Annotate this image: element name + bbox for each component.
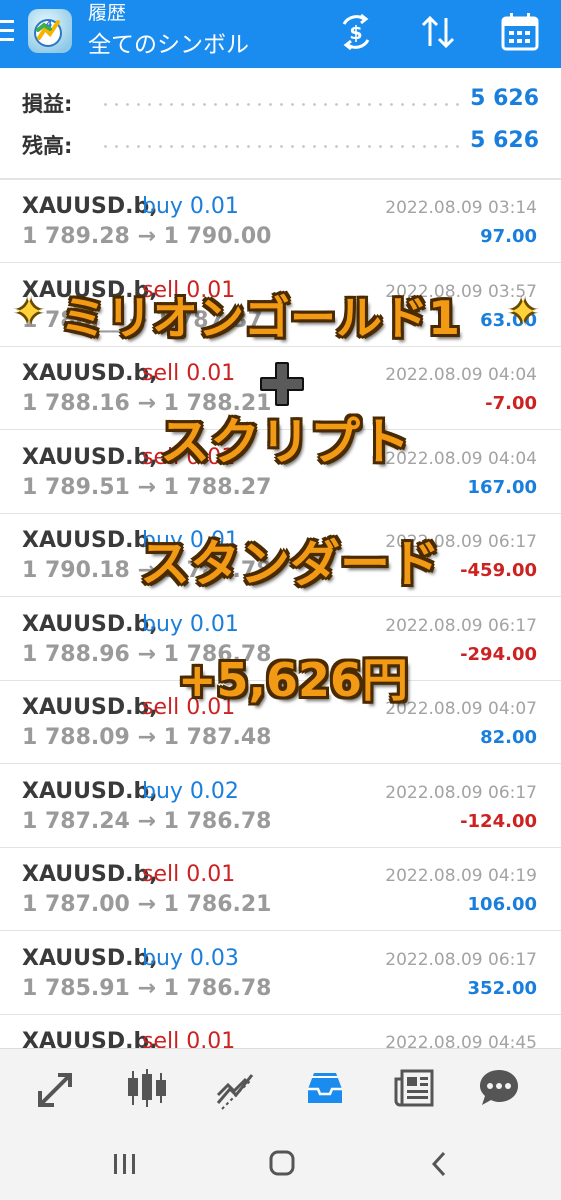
deal-prices: 1 790.18 → 1 786.78 bbox=[22, 558, 272, 583]
deal-symbol: XAUUSD.b, bbox=[22, 611, 158, 637]
trade-icon[interactable] bbox=[34, 1065, 80, 1111]
deal-side: buy 0.01 bbox=[142, 194, 239, 219]
deal-profit: -7.00 bbox=[485, 393, 537, 414]
deal-row[interactable]: XAUUSD.b, buy 0.01 1 788.96 → 1 786.78 2022… bbox=[0, 598, 561, 681]
deal-time: 2022.08.09 06:17 bbox=[385, 949, 537, 970]
deal-symbol: XAUUSD.b, bbox=[22, 277, 158, 303]
deal-prices: 1 785.91 → 1 786.78 bbox=[22, 975, 272, 1001]
system-nav bbox=[0, 1128, 561, 1200]
menu-icon[interactable] bbox=[0, 20, 16, 42]
app-header: 4 履歴 全てのシンボル $ bbox=[0, 0, 561, 68]
news-icon[interactable] bbox=[392, 1065, 438, 1111]
deal-time: 2022.08.09 03:14 bbox=[385, 198, 537, 218]
currency-switch-icon[interactable]: $ bbox=[334, 10, 378, 54]
deal-profit: -294.00 bbox=[460, 643, 537, 665]
deal-profit: 63.00 bbox=[480, 309, 537, 331]
summary-profit-row: 損益: 5 626 bbox=[0, 82, 561, 122]
header-subtitle: 履歴 bbox=[88, 2, 127, 24]
deal-prices: 1 788.__ → 1 787.37 bbox=[22, 307, 263, 333]
deal-profit: 106.00 bbox=[467, 894, 537, 915]
deal-row[interactable]: XAUUSD.b, sell 0.01 1 787.00 → 1 786.21 202… bbox=[0, 848, 561, 931]
deal-row[interactable]: XAUUSD.b, buy 0.01 1 789.28 → 1 790.00 2022… bbox=[0, 180, 561, 263]
deal-row[interactable]: XAUUSD.b, sell 0.01 2022.08.09 04:45 bbox=[0, 1015, 561, 1048]
deal-side: sell 0.01 bbox=[142, 361, 236, 386]
deal-profit: 82.00 bbox=[480, 727, 537, 748]
deal-time: 2022.08.09 04:07 bbox=[385, 699, 537, 719]
deal-prices: 1 787.00 → 1 786.21 bbox=[22, 892, 272, 917]
deal-side: sell 0.01 bbox=[142, 695, 236, 720]
deal-row[interactable]: XAUUSD.b, sell 0.01 1 788.__ → 1 787.37 202… bbox=[0, 264, 561, 347]
deal-time: 2022.08.09 06:17 bbox=[385, 615, 537, 636]
header-title[interactable]: 全てのシンボル bbox=[88, 30, 249, 60]
deal-prices: 1 788.96 → 1 786.78 bbox=[22, 641, 272, 667]
deal-symbol: XAUUSD.b, bbox=[22, 444, 158, 470]
deal-side: buy 0.01 bbox=[142, 611, 239, 637]
summary-label: 残高: bbox=[22, 134, 73, 158]
deal-prices: 1 788.09 → 1 787.48 bbox=[22, 725, 272, 750]
sort-icon[interactable] bbox=[416, 10, 460, 54]
deal-side: sell 0.01 bbox=[142, 1029, 236, 1048]
bottom-nav bbox=[0, 1048, 561, 1128]
deal-symbol: XAUUSD.b, bbox=[22, 1029, 158, 1048]
deal-time: 2022.08.09 04:45 bbox=[385, 1033, 537, 1048]
deal-profit: -124.00 bbox=[460, 810, 537, 832]
deal-prices: 1 789.51 → 1 788.27 bbox=[22, 474, 272, 500]
summary-balance-row: 残高: 5 626 bbox=[0, 124, 561, 164]
dotted-leader bbox=[100, 145, 461, 148]
deal-profit: -459.00 bbox=[460, 560, 537, 581]
history-inbox-icon[interactable] bbox=[302, 1065, 348, 1111]
deal-prices: 1 789.28 → 1 790.00 bbox=[22, 224, 272, 249]
deal-row[interactable]: XAUUSD.b, buy 0.01 1 790.18 → 1 786.78 2022… bbox=[0, 514, 561, 597]
deal-row[interactable]: XAUUSD.b, sell 0.01 1 788.16 → 1 788.21 202… bbox=[0, 347, 561, 430]
deal-symbol: XAUUSD.b, bbox=[22, 862, 158, 887]
deal-side: buy 0.01 bbox=[142, 528, 239, 553]
deal-time: 2022.08.09 04:04 bbox=[385, 448, 537, 469]
deal-profit: 167.00 bbox=[467, 476, 537, 498]
deal-time: 2022.08.09 06:17 bbox=[385, 532, 537, 552]
dotted-leader bbox=[100, 103, 461, 106]
deal-row[interactable]: XAUUSD.b, buy 0.02 1 787.24 → 1 786.78 2022… bbox=[0, 765, 561, 848]
deal-symbol: XAUUSD.b, bbox=[22, 778, 158, 804]
svg-text:$: $ bbox=[349, 22, 362, 44]
deal-time: 2022.08.09 03:57 bbox=[385, 281, 537, 302]
summary-value: 5 626 bbox=[470, 86, 539, 111]
deal-side: sell 0.01 bbox=[142, 444, 236, 470]
deal-side: buy 0.02 bbox=[142, 778, 239, 804]
summary-value: 5 626 bbox=[470, 128, 539, 153]
deal-side: sell 0.01 bbox=[142, 862, 236, 887]
home-icon[interactable] bbox=[262, 1148, 302, 1180]
deal-symbol: XAUUSD.b, bbox=[22, 361, 158, 386]
deal-prices: 1 788.16 → 1 788.21 bbox=[22, 391, 272, 416]
calendar-icon[interactable] bbox=[498, 10, 542, 54]
deal-symbol: XAUUSD.b, bbox=[22, 194, 158, 219]
deal-row[interactable]: XAUUSD.b, sell 0.01 1 788.09 → 1 787.48 202… bbox=[0, 681, 561, 764]
svg-text:4: 4 bbox=[46, 20, 52, 30]
chat-icon[interactable] bbox=[476, 1065, 522, 1111]
deal-profit: 97.00 bbox=[480, 226, 537, 247]
deal-side: buy 0.03 bbox=[142, 945, 239, 971]
recent-apps-icon[interactable] bbox=[105, 1148, 145, 1180]
summary-label: 損益: bbox=[22, 92, 73, 116]
deal-symbol: XAUUSD.b, bbox=[22, 695, 158, 720]
deal-list[interactable]: XAUUSD.b, buy 0.01 1 789.28 → 1 790.00 2022… bbox=[0, 180, 561, 1048]
deal-side: sell 0.01 bbox=[142, 277, 236, 303]
deal-profit: 352.00 bbox=[467, 977, 537, 999]
chart-candles-icon[interactable] bbox=[124, 1065, 170, 1111]
deal-time: 2022.08.09 06:17 bbox=[385, 782, 537, 803]
deal-symbol: XAUUSD.b, bbox=[22, 528, 158, 553]
back-icon[interactable] bbox=[420, 1148, 460, 1180]
deal-row[interactable]: XAUUSD.b, sell 0.01 1 789.51 → 1 788.27 202… bbox=[0, 431, 561, 514]
deal-time: 2022.08.09 04:19 bbox=[385, 866, 537, 886]
deal-time: 2022.08.09 04:04 bbox=[385, 365, 537, 385]
deal-symbol: XAUUSD.b, bbox=[22, 945, 158, 971]
deal-prices: 1 787.24 → 1 786.78 bbox=[22, 808, 272, 834]
app-logo: 4 bbox=[26, 7, 74, 55]
deal-row[interactable]: XAUUSD.b, buy 0.03 1 785.91 → 1 786.78 2022… bbox=[0, 932, 561, 1015]
line-chart-icon[interactable] bbox=[212, 1065, 258, 1111]
